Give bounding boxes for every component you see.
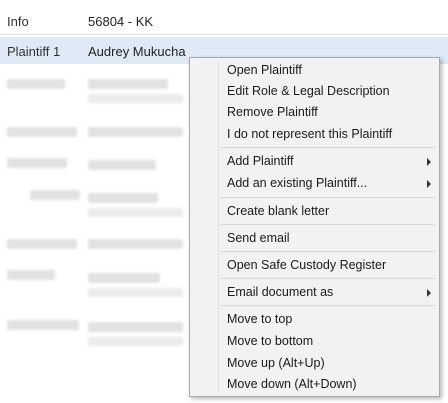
plaintiff-name[interactable]: Audrey Mukucha bbox=[88, 44, 186, 59]
menu-item-open-plaintiff[interactable]: Open Plaintiff bbox=[219, 60, 437, 81]
menu-separator bbox=[220, 251, 435, 252]
menu-separator bbox=[220, 305, 435, 306]
menu-item-add-existing-plaintiff[interactable]: Add an existing Plaintiff... bbox=[219, 173, 437, 194]
submenu-arrow-icon bbox=[427, 180, 431, 188]
info-row: Info 56804 - KK bbox=[0, 8, 448, 35]
menu-item-add-plaintiff[interactable]: Add Plaintiff bbox=[219, 151, 437, 172]
info-value: 56804 - KK bbox=[88, 14, 154, 29]
menu-item-email-document-as[interactable]: Email document as bbox=[219, 282, 437, 303]
submenu-arrow-icon bbox=[427, 158, 431, 166]
submenu-arrow-icon bbox=[427, 289, 431, 297]
menu-item-create-blank-letter[interactable]: Create blank letter bbox=[219, 201, 437, 222]
menu-item-remove-plaintiff[interactable]: Remove Plaintiff bbox=[219, 102, 437, 123]
menu-separator bbox=[220, 278, 435, 279]
info-label: Info bbox=[7, 14, 29, 29]
menu-separator bbox=[220, 224, 435, 225]
menu-item-not-represent[interactable]: I do not represent this Plaintiff bbox=[219, 124, 437, 145]
menu-item-move-to-top[interactable]: Move to top bbox=[219, 309, 437, 330]
context-menu: Open Plaintiff Edit Role & Legal Descrip… bbox=[189, 57, 440, 397]
menu-item-move-down[interactable]: Move down (Alt+Down) bbox=[219, 374, 437, 395]
menu-item-open-safe-custody[interactable]: Open Safe Custody Register bbox=[219, 255, 437, 276]
menu-item-edit-role[interactable]: Edit Role & Legal Description bbox=[219, 81, 437, 102]
menu-separator bbox=[220, 197, 435, 198]
menu-item-move-up[interactable]: Move up (Alt+Up) bbox=[219, 353, 437, 374]
menu-item-send-email[interactable]: Send email bbox=[219, 228, 437, 249]
plaintiff-label: Plaintiff 1 bbox=[7, 44, 61, 59]
menu-separator bbox=[220, 147, 435, 148]
menu-item-move-to-bottom[interactable]: Move to bottom bbox=[219, 331, 437, 352]
